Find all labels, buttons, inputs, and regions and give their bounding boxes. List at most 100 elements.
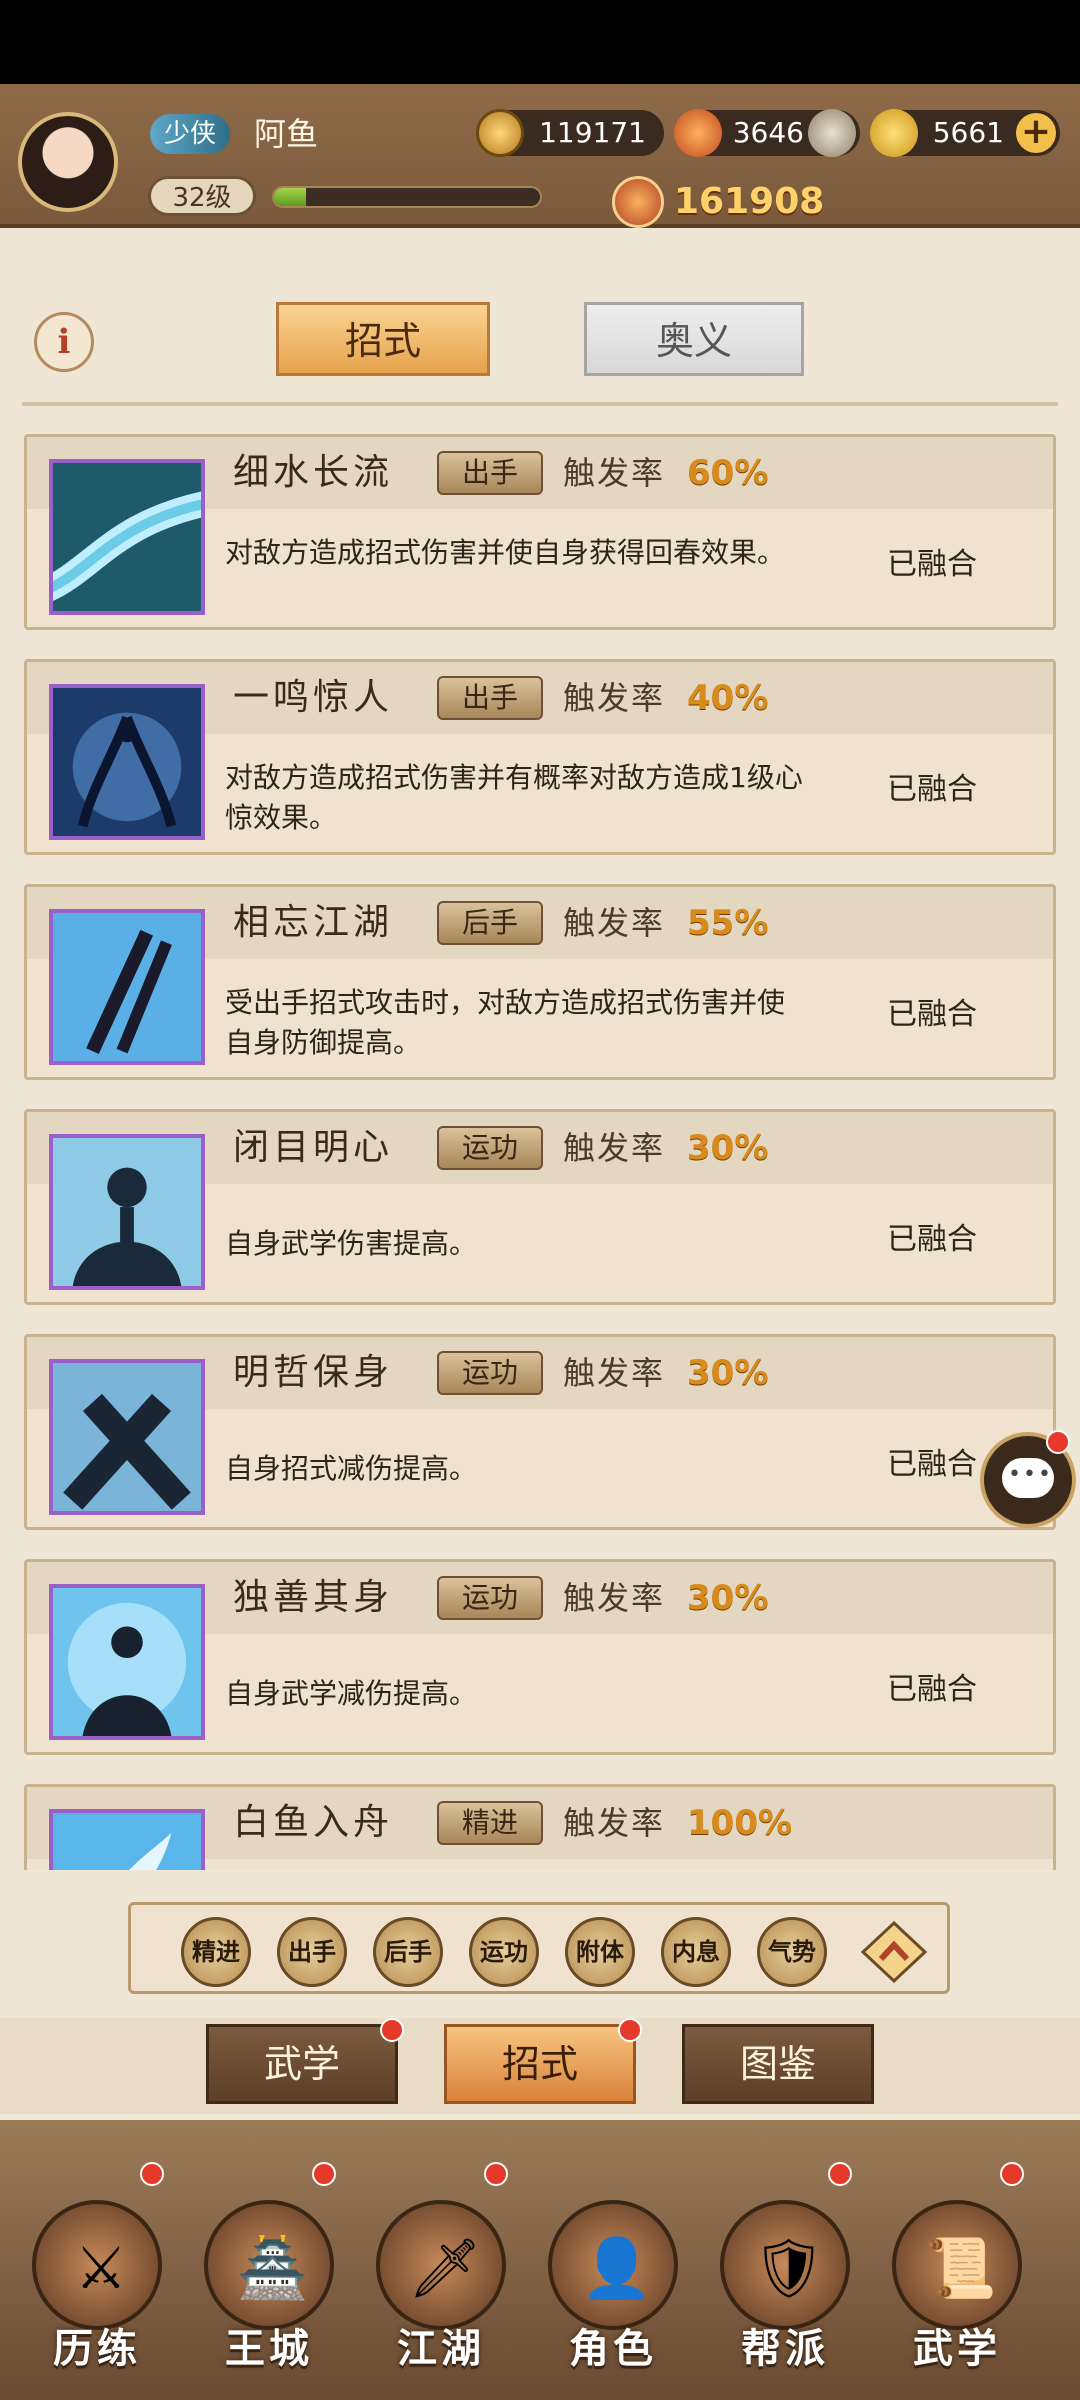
subtab-moves-dot (618, 2018, 642, 2042)
tab-moves[interactable]: 招式 (276, 302, 490, 376)
gold-value: 5661 (932, 116, 1004, 149)
trigger-rate-label: 触发率 (563, 454, 666, 492)
filter-button[interactable]: 气势 (757, 1917, 827, 1987)
nav-icon: ⚔ (32, 2200, 162, 2330)
bottom-nav: ⚔ 历练 🏯 王城 🗡 江湖 👤 角色 🛡 帮派 📜 武学 (0, 2120, 1080, 2400)
tab-mysteries[interactable]: 奥义 (584, 302, 804, 376)
nav-training[interactable]: ⚔ 历练 (22, 2200, 172, 2390)
skill-card[interactable]: 闭目明心 运功 触发率 30% 自身武学伤害提高。 已融合 (24, 1109, 1056, 1305)
trigger-rate-label: 触发率 (563, 1354, 666, 1392)
add-gold-icon[interactable]: + (1016, 113, 1056, 153)
subtab-martial[interactable]: 武学 (206, 2024, 398, 2104)
filter-button[interactable]: 附体 (565, 1917, 635, 1987)
coin-counter: 119171 (476, 109, 664, 157)
nav-guild[interactable]: 🛡 帮派 (710, 2200, 860, 2390)
skill-thumbnail[interactable] (49, 1809, 205, 1870)
nav-notification-dot (312, 2162, 336, 2186)
trigger-rate-value: 60% (687, 453, 769, 493)
trigger-rate-value: 30% (687, 1578, 769, 1618)
skill-card[interactable]: 白鱼入舟 精进 触发率 100% (24, 1784, 1056, 1870)
player-header: 少侠 阿鱼 32级 119171 3646 5661 + 161908 (0, 84, 1080, 228)
filter-button[interactable]: 内息 (661, 1917, 731, 1987)
player-level: 32级 (148, 176, 256, 216)
skill-type-tag: 出手 (437, 451, 543, 495)
skill-type-tag: 运功 (437, 1351, 543, 1395)
trigger-rate-label: 触发率 (563, 1804, 666, 1842)
player-avatar[interactable] (18, 112, 118, 212)
subtab-catalog[interactable]: 图鉴 (682, 2024, 874, 2104)
nav-label: 王城 (225, 2326, 313, 2372)
skill-thumbnail[interactable] (49, 1134, 205, 1290)
silver-icon (808, 109, 856, 157)
token-value: 3646 (732, 116, 804, 149)
skill-thumbnail[interactable] (49, 1584, 205, 1740)
nav-notification-dot (828, 2162, 852, 2186)
skill-name: 一鸣惊人 (233, 677, 394, 718)
skill-description: 自身招式减伤提高。 (225, 1452, 478, 1485)
skill-card[interactable]: 相忘江湖 后手 触发率 55% 受出手招式攻击时，对敌方造成招式伤害并使自身防御… (24, 884, 1056, 1080)
skill-type-tag: 后手 (437, 901, 543, 945)
collapse-up-icon[interactable] (859, 1917, 929, 1987)
exp-bar (272, 186, 542, 208)
skill-description: 对敌方造成招式伤害并有概率对敌方造成1级心惊效果。 (225, 761, 803, 834)
nav-notification-dot (140, 2162, 164, 2186)
skill-card[interactable]: 明哲保身 运功 触发率 30% 自身招式减伤提高。 已融合 (24, 1334, 1056, 1530)
skill-thumbnail[interactable] (49, 684, 205, 840)
player-name: 阿鱼 (254, 115, 319, 153)
skill-card[interactable]: 独善其身 运功 触发率 30% 自身武学减伤提高。 已融合 (24, 1559, 1056, 1755)
subtab-martial-dot (380, 2018, 404, 2042)
filter-button[interactable]: 后手 (373, 1917, 443, 1987)
skill-status: 已融合 (887, 1447, 977, 1482)
filter-bar: 精进 出手 后手 运功 附体 内息 气势 (128, 1902, 950, 1994)
status-bar (0, 0, 1080, 84)
skill-description: 自身武学伤害提高。 (225, 1227, 478, 1260)
skill-status: 已融合 (887, 772, 977, 807)
nav-icon: 📜 (892, 2200, 1022, 2330)
skill-thumbnail[interactable] (49, 459, 205, 615)
flame-token-icon (674, 109, 722, 157)
gold-counter: 5661 + (870, 109, 1060, 157)
player-title-badge: 少侠 (150, 114, 231, 154)
skill-type-tag: 出手 (437, 676, 543, 720)
nav-martial-arts[interactable]: 📜 武学 (882, 2200, 1032, 2390)
coin-icon (476, 109, 524, 157)
filter-button[interactable]: 出手 (277, 1917, 347, 1987)
skill-list[interactable]: 细水长流 出手 触发率 60% 对敌方造成招式伤害并使自身获得回春效果。 已融合… (0, 392, 1080, 1870)
info-button[interactable]: i (34, 312, 94, 372)
nav-icon: 🏯 (204, 2200, 334, 2330)
power-icon (612, 176, 664, 228)
skill-type-tag: 运功 (437, 1126, 543, 1170)
trigger-rate-value: 30% (687, 1128, 769, 1168)
skill-name: 明哲保身 (233, 1352, 394, 1393)
skill-type-tag: 运功 (437, 1576, 543, 1620)
nav-label: 帮派 (741, 2326, 829, 2372)
nav-icon: 🗡 (376, 2200, 506, 2330)
skill-status: 已融合 (887, 997, 977, 1032)
trigger-rate-label: 触发率 (563, 1579, 666, 1617)
trigger-rate-label: 触发率 (563, 1129, 666, 1167)
skill-card[interactable]: 一鸣惊人 出手 触发率 40% 对敌方造成招式伤害并有概率对敌方造成1级心惊效果… (24, 659, 1056, 855)
skill-card[interactable]: 细水长流 出手 触发率 60% 对敌方造成招式伤害并使自身获得回春效果。 已融合 (24, 434, 1056, 630)
filter-button[interactable]: 运功 (469, 1917, 539, 1987)
trigger-rate-value: 30% (687, 1353, 769, 1393)
skill-name: 独善其身 (233, 1577, 394, 1618)
trigger-rate-label: 触发率 (563, 904, 666, 942)
nav-royal-city[interactable]: 🏯 王城 (194, 2200, 344, 2390)
trigger-rate-label: 触发率 (563, 679, 666, 717)
skill-thumbnail[interactable] (49, 1359, 205, 1515)
gold-ingot-icon (870, 109, 918, 157)
skill-description: 自身武学减伤提高。 (225, 1677, 478, 1710)
nav-icon: 👤 (548, 2200, 678, 2330)
chat-button[interactable]: ••• (980, 1430, 1076, 1528)
nav-character[interactable]: 👤 角色 (538, 2200, 688, 2390)
nav-jianghu[interactable]: 🗡 江湖 (366, 2200, 516, 2390)
skill-type-tag: 精进 (437, 1801, 543, 1845)
nav-notification-dot (1000, 2162, 1024, 2186)
nav-icon: 🛡 (720, 2200, 850, 2330)
skill-name: 闭目明心 (233, 1127, 394, 1168)
skill-status: 已融合 (887, 547, 977, 582)
skill-thumbnail[interactable] (49, 909, 205, 1065)
skill-description: 对敌方造成招式伤害并使自身获得回春效果。 (225, 536, 786, 569)
subtab-moves[interactable]: 招式 (444, 2024, 636, 2104)
filter-button[interactable]: 精进 (181, 1917, 251, 1987)
